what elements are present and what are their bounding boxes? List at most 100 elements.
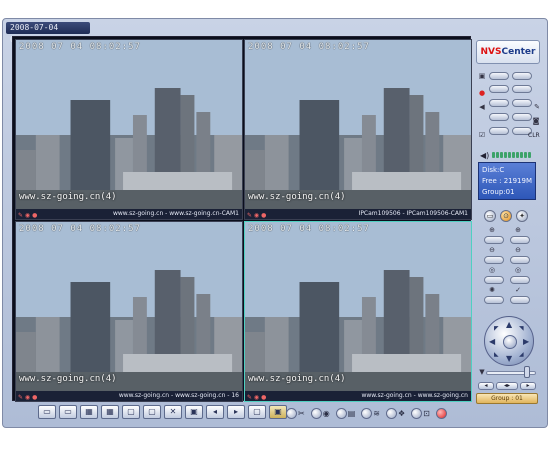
pane-caption: www.sz-going.cn - www.sz-going.cn - 16	[118, 392, 239, 399]
layout-button-7[interactable]: ✕	[164, 405, 182, 419]
volume-bar	[524, 152, 528, 158]
preset-prev-button[interactable]: ◂	[478, 382, 494, 390]
volume-bar	[508, 152, 512, 158]
disk-value: C	[499, 166, 505, 174]
layout-button-4[interactable]: ▦	[101, 405, 119, 419]
lock-icon[interactable]: ⊙	[500, 210, 512, 222]
ctrl-pill-2a[interactable]	[489, 85, 509, 93]
volume-bar	[496, 152, 500, 158]
lock-dot-icon	[411, 408, 423, 419]
video-pane-2[interactable]: 2008 07 04 08:02:57 www.sz-going.cn(4) ✎ ◉…	[244, 39, 472, 220]
video-pane-3[interactable]: 2008 07 04 08:02:57 www.sz-going.cn(4) ✎ ◉…	[15, 221, 243, 402]
pane-osd-name: www.sz-going.cn(4)	[19, 192, 117, 202]
preset-next-button[interactable]: ▸	[520, 382, 536, 390]
group-value: 01	[505, 188, 515, 196]
video-pane-1[interactable]: 2008 07 04 08:02:57 www.sz-going.cn(4) ✎ ◉…	[15, 39, 243, 220]
pen-icon: ✎	[534, 103, 540, 111]
pane-timestamp: 2008 07 04 08:02:57	[19, 42, 141, 52]
pane-osd-name: www.sz-going.cn(4)	[19, 374, 117, 384]
disk-info-box: Disk:C Free : 21919M Group:01	[478, 162, 536, 200]
iris-pill-b[interactable]	[510, 276, 530, 284]
ptz-down-icon[interactable]: ▼	[506, 354, 512, 363]
lock-button[interactable]: ⊡	[411, 408, 430, 419]
layout-button-5[interactable]: ▢	[122, 405, 140, 419]
volume-bar	[520, 152, 524, 158]
ptz-joystick[interactable]: ▲ ▼ ◀ ▶ ◤ ◥ ◣ ◢	[484, 316, 534, 366]
layout-button-10[interactable]: ▸	[227, 405, 245, 419]
playback-button[interactable]: ▤	[335, 408, 355, 419]
layout-button-8[interactable]: ▣	[185, 405, 203, 419]
group-button[interactable]: Group : 01	[476, 393, 538, 404]
iris-pill-a[interactable]	[484, 276, 504, 284]
config-button[interactable]: ❖	[385, 408, 406, 419]
volume-bar	[504, 152, 508, 158]
focus-pill-a[interactable]	[484, 256, 504, 264]
volume-meter[interactable]: ◀)	[480, 151, 536, 160]
playback-dot-icon	[335, 408, 347, 419]
padlock-icon: ⊡	[423, 409, 430, 418]
ctrl-pill-3b[interactable]	[512, 99, 532, 107]
pane-status-icons: ✎ ◉ ●	[18, 212, 38, 219]
zoom-pill-a[interactable]	[484, 236, 504, 244]
preset-go-button[interactable]: ◂▸	[496, 382, 518, 390]
video-icon: ▣	[478, 72, 486, 80]
aux-pill-a[interactable]	[484, 296, 504, 304]
ptz-downright-icon[interactable]: ◢	[519, 351, 524, 358]
ctrl-pill-4b[interactable]	[512, 113, 532, 121]
volume-bar	[516, 152, 520, 158]
exit-button[interactable]	[435, 408, 447, 419]
pane-osd-name: www.sz-going.cn(4)	[248, 374, 346, 384]
record-button[interactable]: ◉	[310, 408, 330, 419]
ptz-downleft-icon[interactable]: ◣	[494, 351, 499, 358]
exit-dot-icon	[435, 408, 447, 419]
volume-bar	[512, 152, 516, 158]
focus-pill-b[interactable]	[510, 256, 530, 264]
volume-bar	[528, 152, 532, 158]
tools-dot-icon	[286, 408, 297, 419]
log-dot-icon	[361, 408, 373, 419]
ctrl-pill-2b[interactable]	[512, 85, 532, 93]
gear-icon: ❖	[397, 409, 406, 418]
record-icon: ●	[478, 89, 486, 97]
ptz-upright-icon[interactable]: ◥	[519, 325, 524, 332]
ptz-up-icon[interactable]: ▲	[506, 320, 512, 329]
clr-label[interactable]: CLR	[528, 132, 540, 139]
focus-icon-2: ⊖	[515, 246, 521, 254]
ctrl-pill-5a[interactable]	[489, 127, 509, 135]
log-button[interactable]: ≋	[361, 408, 380, 419]
free-value: 21919M	[503, 177, 532, 185]
datetime-display: 2008-07-04 08:02:59	[6, 22, 90, 44]
screen-icon[interactable]: ▭	[484, 210, 496, 222]
ctrl-pill-3a[interactable]	[489, 99, 509, 107]
ctrl-pill-4a[interactable]	[489, 113, 509, 121]
settings-icon[interactable]: ✦	[516, 210, 528, 222]
zoom-in-icon-2: ⊕	[515, 226, 521, 234]
layout-button-11[interactable]: ▢	[248, 405, 266, 419]
pane-timestamp: 2008 07 04 08:02:57	[19, 224, 141, 234]
checkbox-icon[interactable]: ☑	[478, 131, 486, 139]
city-scene-image	[16, 40, 242, 211]
ctrl-pill-1b[interactable]	[512, 72, 532, 80]
layout-button-12[interactable]: ▣	[269, 405, 287, 419]
video-pane-4[interactable]: 2008 07 04 08:02:57 www.sz-going.cn(4) ✎ ◉…	[244, 221, 472, 402]
ptz-left-icon[interactable]: ◀	[489, 337, 495, 346]
ptz-upleft-icon[interactable]: ◤	[494, 325, 499, 332]
layout-button-1[interactable]: ▭	[38, 405, 56, 419]
ctrl-pill-1a[interactable]	[489, 72, 509, 80]
layout-button-3[interactable]: ▦	[80, 405, 98, 419]
city-scene-image	[16, 222, 242, 393]
layout-button-9[interactable]: ◂	[206, 405, 224, 419]
aux-pill-b[interactable]	[510, 296, 530, 304]
layout-button-2[interactable]: ▭	[59, 405, 77, 419]
ptz-center-button[interactable]	[503, 335, 517, 349]
zoom-pill-b[interactable]	[510, 236, 530, 244]
layout-button-6[interactable]: ▢	[143, 405, 161, 419]
pane-caption: www.sz-going.cn - www.sz-going.cn	[361, 392, 468, 399]
wrench-icon: ✂	[298, 409, 305, 418]
pane-status-bar: ✎ ◉ ● www.sz-going.cn - www.sz-going.cn -…	[16, 391, 242, 401]
logo-prefix: NVS	[480, 47, 502, 57]
zoom-in-icon: ⊕	[489, 226, 495, 234]
ptz-speed-knob[interactable]	[524, 366, 530, 378]
ptz-right-icon[interactable]: ▶	[523, 337, 529, 346]
tools-button[interactable]: ✂	[286, 408, 305, 419]
